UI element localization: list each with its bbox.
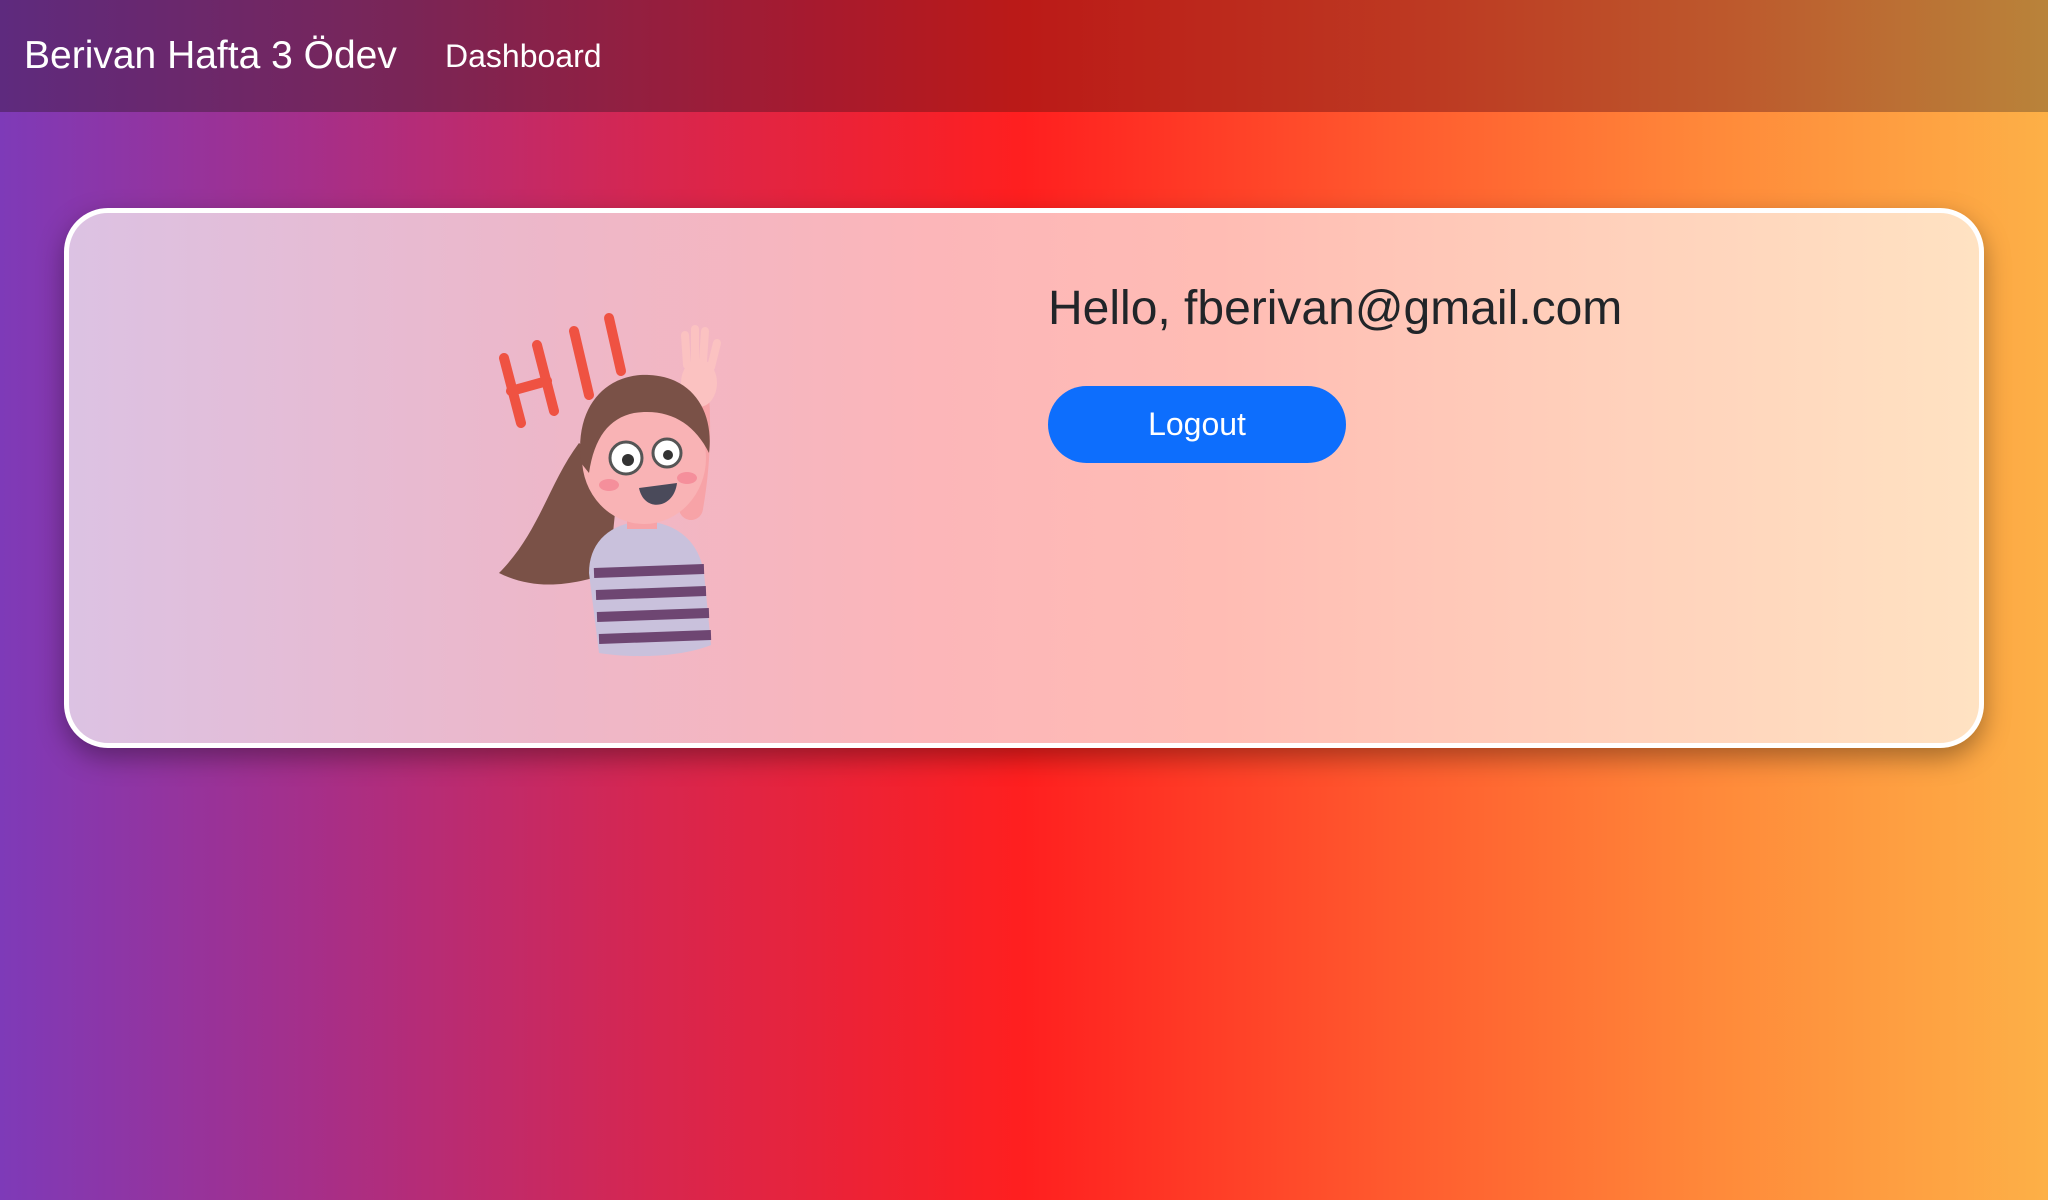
top-navbar: Berivan Hafta 3 Ödev Dashboard (0, 0, 2048, 112)
waving-girl-illustration (499, 313, 721, 657)
greeting-heading: Hello, fberivan@gmail.com (1048, 282, 1623, 335)
welcome-card: Hello, fberivan@gmail.com Logout (64, 208, 1984, 748)
logout-button[interactable]: Logout (1048, 386, 1346, 463)
navbar-brand[interactable]: Berivan Hafta 3 Ödev (24, 32, 397, 80)
nav-link-dashboard[interactable]: Dashboard (445, 36, 602, 76)
